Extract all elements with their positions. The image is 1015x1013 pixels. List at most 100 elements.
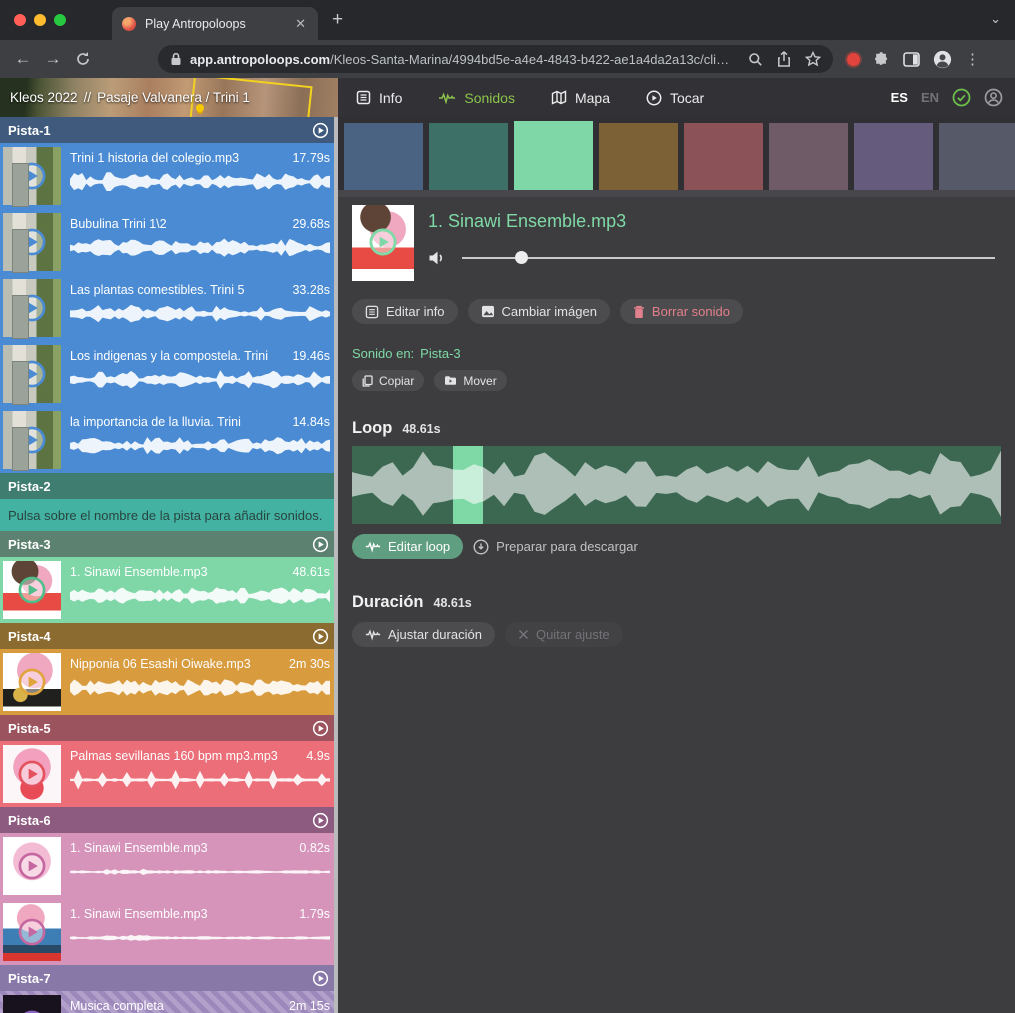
copiar-button[interactable]: Copiar <box>352 370 424 391</box>
track-name[interactable]: Pista-1 <box>8 123 51 138</box>
clip-artwork[interactable] <box>3 745 61 803</box>
volume-slider[interactable] <box>462 257 995 259</box>
palette-swatch-7[interactable] <box>854 123 933 195</box>
recording-extension-icon[interactable] <box>847 53 860 66</box>
breadcrumb-project[interactable]: Kleos 2022 <box>10 90 78 105</box>
palette-swatch-1[interactable] <box>344 123 423 195</box>
sound-clip[interactable]: Los indigenas y la compostela. Trini19.4… <box>0 341 338 407</box>
play-circle-icon[interactable] <box>17 851 47 881</box>
track-play-button[interactable] <box>312 628 329 645</box>
track-header-pista-1[interactable]: Pista-1 <box>0 117 338 143</box>
ajustar-duracion-button[interactable]: Ajustar duración <box>352 622 495 647</box>
clip-artwork[interactable] <box>3 837 61 895</box>
track-header-pista-7[interactable]: Pista-7 <box>0 965 338 991</box>
clip-artwork[interactable] <box>3 279 61 337</box>
reload-button[interactable] <box>68 44 98 74</box>
play-circle-icon[interactable] <box>17 1009 47 1013</box>
clip-artwork[interactable] <box>3 411 61 469</box>
clip-artwork[interactable] <box>3 561 61 619</box>
tab-close-icon[interactable]: ✕ <box>293 16 308 32</box>
zoom-window-button[interactable] <box>54 14 66 26</box>
sound-clip[interactable]: Musica completa2m 15s <box>0 991 338 1013</box>
track-name[interactable]: Pista-2 <box>8 479 51 494</box>
quitar-ajuste-button[interactable]: Quitar ajuste <box>505 622 623 647</box>
play-circle-icon[interactable] <box>17 293 47 323</box>
track-name[interactable]: Pista-3 <box>8 537 51 552</box>
borrar-sonido-button[interactable]: Borrar sonido <box>620 299 743 324</box>
track-name[interactable]: Pista-7 <box>8 971 51 986</box>
play-circle-icon[interactable] <box>17 161 47 191</box>
track-play-button[interactable] <box>312 970 329 987</box>
play-circle-icon[interactable] <box>17 227 47 257</box>
track-header-pista-3[interactable]: Pista-3 <box>0 531 338 557</box>
browser-tab[interactable]: Play Antropoloops ✕ <box>112 7 318 40</box>
sound-clip[interactable]: Bubulina Trini 1\229.68s <box>0 209 338 275</box>
sound-clip[interactable]: Palmas sevillanas 160 bpm mp3.mp34.9s <box>0 741 338 807</box>
address-bar[interactable]: app.antropoloops.com/Kleos-Santa-Marina/… <box>158 45 833 73</box>
volume-slider-handle[interactable] <box>515 251 528 264</box>
play-circle-icon[interactable] <box>17 667 47 697</box>
account-icon[interactable] <box>984 88 1003 107</box>
tab-tocar[interactable]: Tocar <box>646 90 704 106</box>
minimize-window-button[interactable] <box>34 14 46 26</box>
palette-swatch-2[interactable] <box>429 123 508 195</box>
track-header-pista-2[interactable]: Pista-2 <box>0 473 338 499</box>
language-en[interactable]: EN <box>921 90 939 105</box>
track-name[interactable]: Pista-6 <box>8 813 51 828</box>
editar-info-button[interactable]: Editar info <box>352 299 458 324</box>
tab-info[interactable]: Info <box>356 90 402 106</box>
palette-swatch-3[interactable] <box>514 121 593 197</box>
bookmark-star-icon[interactable] <box>805 51 821 67</box>
loop-waveform-editor[interactable] <box>352 446 1001 524</box>
track-play-button[interactable] <box>312 812 329 829</box>
play-circle-icon[interactable] <box>17 359 47 389</box>
sound-clip[interactable]: Nipponia 06 Esashi Oiwake.mp32m 30s <box>0 649 338 715</box>
extensions-puzzle-icon[interactable] <box>873 51 890 68</box>
language-es[interactable]: ES <box>891 90 908 105</box>
back-button[interactable]: ← <box>8 44 38 74</box>
editar-loop-button[interactable]: Editar loop <box>352 534 463 559</box>
project-map-banner[interactable]: Kleos 2022//Pasaje Valvanera / Trini 1 <box>0 78 338 117</box>
track-header-pista-4[interactable]: Pista-4 <box>0 623 338 649</box>
play-circle-icon[interactable] <box>17 759 47 789</box>
share-icon[interactable] <box>777 51 791 67</box>
play-circle-icon[interactable] <box>17 917 47 947</box>
sidebar-scrollbar[interactable] <box>334 117 338 1013</box>
sound-clip[interactable]: 1. Sinawi Ensemble.mp348.61s <box>0 557 338 623</box>
sound-clip[interactable]: la importancia de la lluvia. Trini14.84s <box>0 407 338 473</box>
side-panel-icon[interactable] <box>903 52 920 67</box>
track-name[interactable]: Pista-5 <box>8 721 51 736</box>
clip-artwork[interactable] <box>3 213 61 271</box>
play-circle-icon[interactable] <box>17 425 47 455</box>
mover-button[interactable]: Mover <box>434 370 506 391</box>
palette-swatch-4[interactable] <box>599 123 678 195</box>
zoom-magnifier-icon[interactable] <box>748 52 763 67</box>
clip-artwork[interactable] <box>3 147 61 205</box>
sound-clip[interactable]: 1. Sinawi Ensemble.mp31.79s <box>0 899 338 965</box>
clip-artwork[interactable] <box>3 903 61 961</box>
track-header-pista-6[interactable]: Pista-6 <box>0 807 338 833</box>
clip-artwork[interactable] <box>3 345 61 403</box>
clip-artwork[interactable] <box>3 653 61 711</box>
track-play-button[interactable] <box>312 536 329 553</box>
volume-icon[interactable] <box>428 250 446 266</box>
tab-mapa[interactable]: Mapa <box>551 90 610 106</box>
play-overlay-icon[interactable] <box>368 227 398 257</box>
browser-menu-icon[interactable]: ⋮ <box>965 50 980 68</box>
palette-swatch-6[interactable] <box>769 123 848 195</box>
preparar-descargar-button[interactable]: Preparar para descargar <box>473 534 651 559</box>
sound-clip[interactable]: 1. Sinawi Ensemble.mp30.82s <box>0 833 338 899</box>
palette-swatch-5[interactable] <box>684 123 763 195</box>
close-window-button[interactable] <box>14 14 26 26</box>
tab-overview-chevron-icon[interactable]: ⌄ <box>990 11 1001 27</box>
palette-swatch-8[interactable] <box>939 123 1015 195</box>
track-play-button[interactable] <box>312 720 329 737</box>
sound-artwork[interactable] <box>352 205 414 281</box>
track-header-pista-5[interactable]: Pista-5 <box>0 715 338 741</box>
track-play-button[interactable] <box>312 122 329 139</box>
profile-avatar-icon[interactable] <box>933 50 952 69</box>
forward-button[interactable]: → <box>38 44 68 74</box>
tab-sonidos[interactable]: Sonidos <box>438 90 515 106</box>
play-circle-icon[interactable] <box>17 575 47 605</box>
track-name[interactable]: Pista-4 <box>8 629 51 644</box>
